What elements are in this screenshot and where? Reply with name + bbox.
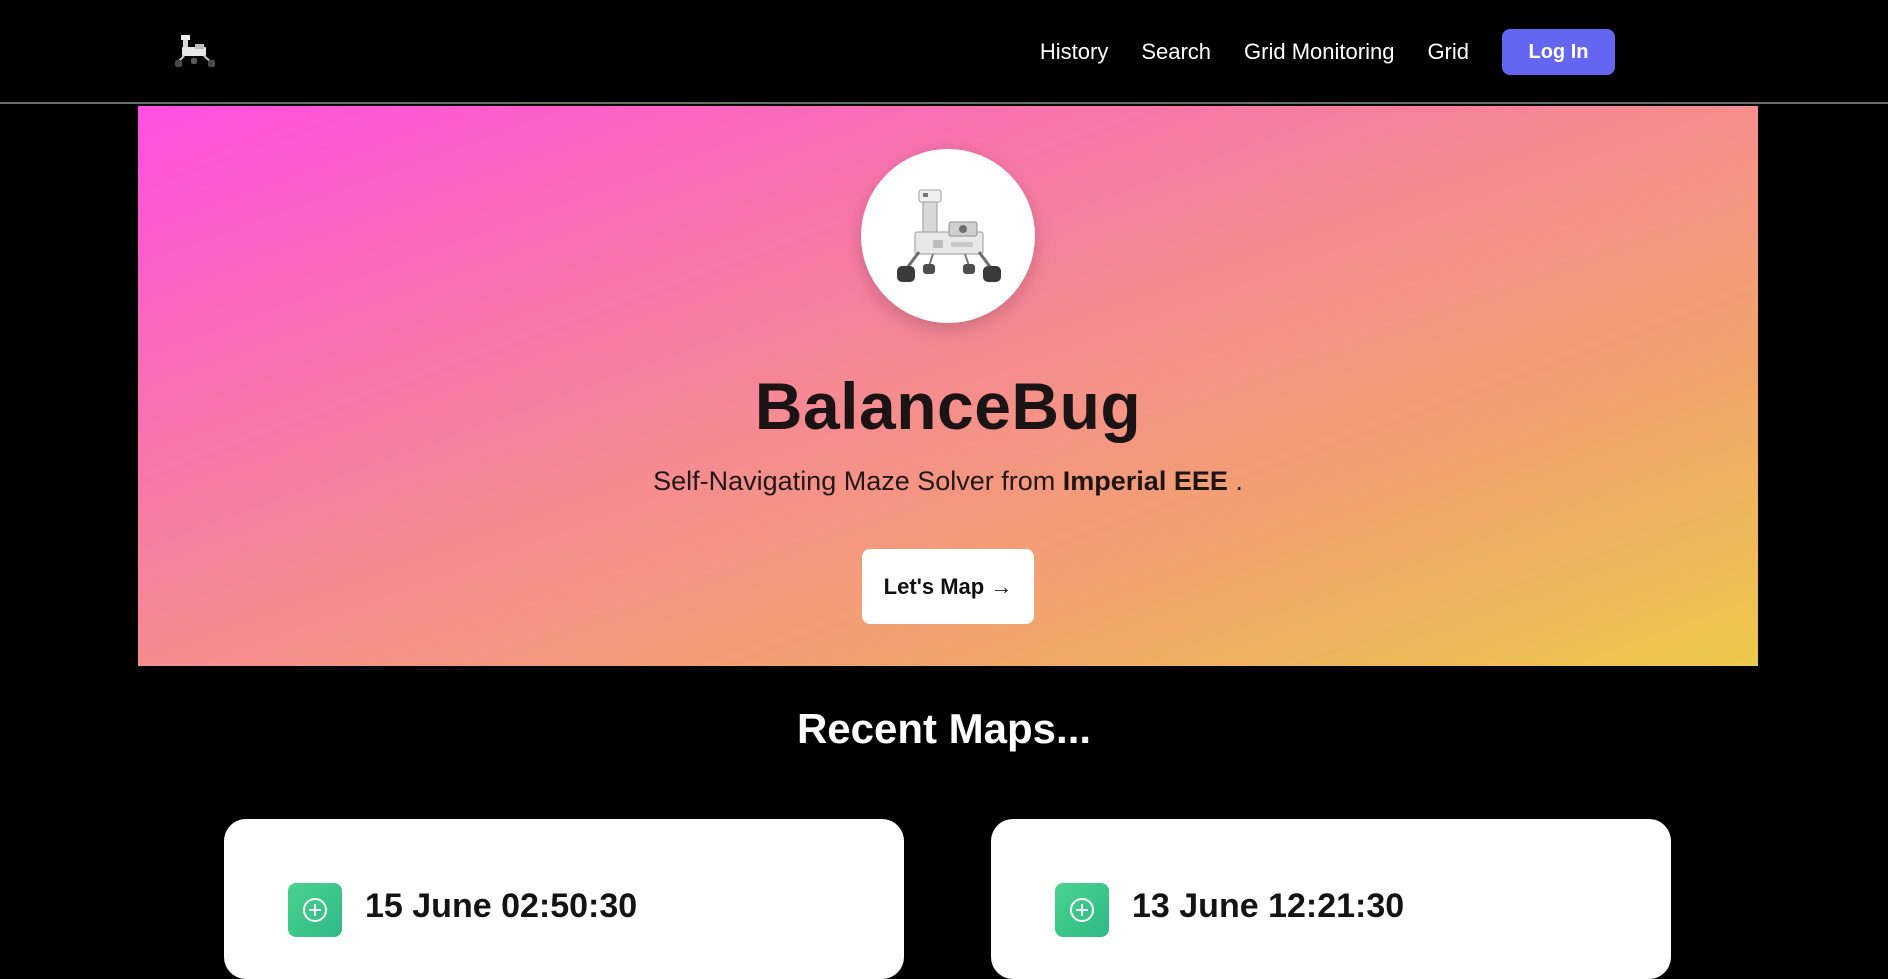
top-navbar: History Search Grid Monitoring Grid Log … — [0, 0, 1888, 104]
nav-link-grid-monitoring[interactable]: Grid Monitoring — [1244, 39, 1394, 65]
rover-avatar — [861, 149, 1035, 323]
nav-link-grid[interactable]: Grid — [1427, 39, 1469, 65]
map-card-title: 15 June 02:50:30 — [365, 887, 638, 925]
map-card-title: 13 June 12:21:30 — [1132, 887, 1405, 925]
nav-link-search[interactable]: Search — [1141, 39, 1211, 65]
hero-subtitle-suffix: . — [1227, 466, 1243, 496]
hero-banner: BalanceBug Self-Navigating Maze Solver f… — [138, 106, 1758, 666]
hero-title: BalanceBug — [754, 369, 1142, 443]
hero-subtitle: Self-Navigating Maze Solver from Imperia… — [138, 466, 1758, 497]
recent-maps-heading: Recent Maps... — [796, 705, 1092, 752]
add-circle-icon — [1055, 883, 1109, 937]
map-card[interactable]: 13 June 12:21:30 — [991, 819, 1671, 979]
rover-logo-icon[interactable] — [175, 34, 215, 68]
lets-map-button[interactable]: Let's Map → — [862, 549, 1034, 624]
add-circle-icon — [288, 883, 342, 937]
login-button[interactable]: Log In — [1502, 29, 1615, 75]
map-card[interactable]: 15 June 02:50:30 — [224, 819, 904, 979]
nav-link-history[interactable]: History — [1040, 39, 1108, 65]
nav-links: History Search Grid Monitoring Grid Log … — [1040, 29, 1615, 75]
hero-subtitle-prefix: Self-Navigating Maze Solver from — [653, 466, 1063, 496]
hero-subtitle-institution: Imperial EEE — [1062, 466, 1228, 496]
rover-icon — [897, 189, 1001, 282]
